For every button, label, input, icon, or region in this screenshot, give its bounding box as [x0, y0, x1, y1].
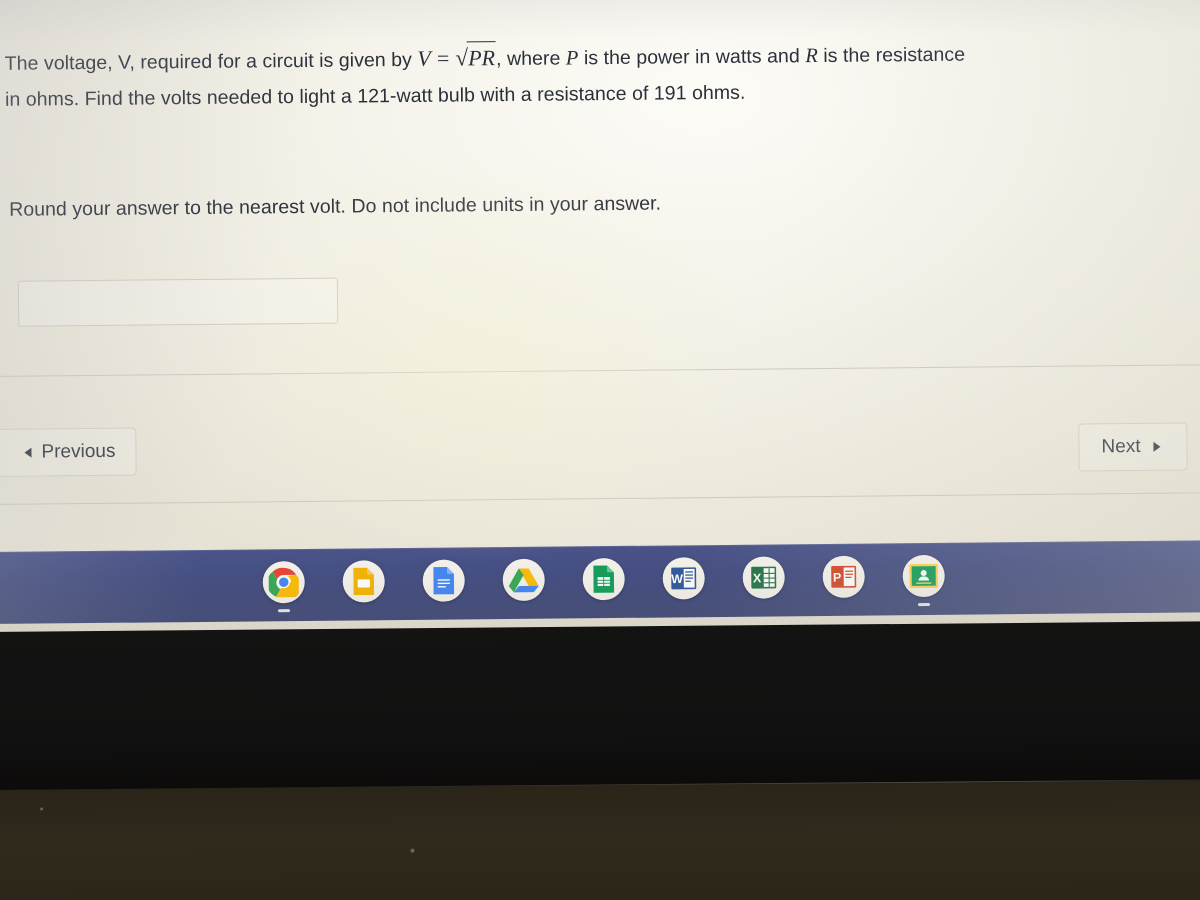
formula-variable-v: V	[417, 45, 432, 71]
shelf-icon-list: W X P	[262, 554, 945, 613]
chrome-icon	[268, 567, 299, 598]
classroom-running-indicator	[917, 602, 930, 607]
chevron-right-icon	[1153, 441, 1161, 452]
classroom-icon	[909, 563, 939, 589]
shelf-item-chrome[interactable]	[262, 560, 305, 613]
shelf-item-powerpoint[interactable]: P	[822, 555, 865, 599]
dust-speck	[410, 848, 415, 853]
slides-icon	[353, 567, 375, 596]
svg-text:W: W	[671, 572, 683, 586]
rounding-instruction: Round your answer to the nearest volt. D…	[9, 192, 662, 221]
answer-input[interactable]	[17, 277, 339, 327]
square-root-expression: √PR	[455, 41, 497, 75]
shelf-item-docs[interactable]	[422, 559, 465, 602]
svg-text:P: P	[833, 571, 841, 585]
question-line-2: in ohms. Find the volts needed to light …	[4, 81, 746, 111]
svg-text:X: X	[753, 571, 762, 585]
formula-variable-r: R	[805, 45, 818, 68]
next-button-label: Next	[1101, 435, 1141, 458]
formula-equals: =	[436, 45, 450, 71]
shelf-item-slides[interactable]	[342, 560, 385, 603]
question-text-a: The voltage, V, required for a circuit i…	[4, 48, 418, 75]
laptop-screen: The voltage, V, required for a circuit i…	[0, 0, 1200, 646]
shelf-item-classroom[interactable]	[902, 554, 945, 607]
docs-icon	[433, 566, 455, 595]
chrome-running-indicator	[277, 609, 291, 613]
shelf-item-sheets[interactable]	[582, 557, 625, 601]
question-line-1: The voltage, V, required for a circuit i…	[5, 34, 1200, 80]
next-button[interactable]: Next	[1078, 422, 1188, 472]
formula-variable-p: P	[565, 47, 579, 70]
divider-below-navigation	[0, 492, 1200, 505]
chromeos-shelf[interactable]: W X P	[0, 540, 1200, 625]
screenshot-root: The voltage, V, required for a circuit i…	[0, 0, 1200, 900]
word-icon: W	[671, 567, 697, 590]
excel-icon: X	[751, 566, 777, 589]
shelf-item-excel[interactable]: X	[742, 556, 785, 599]
question-text-b: , where	[496, 47, 566, 71]
shelf-item-word[interactable]: W	[662, 557, 705, 600]
powerpoint-icon: P	[831, 565, 857, 588]
previous-button-label: Previous	[41, 440, 116, 463]
sheets-icon	[593, 565, 615, 593]
radicand: PR	[466, 41, 497, 75]
question-text-c: is the power in watts and	[578, 45, 806, 70]
drive-icon	[508, 567, 539, 592]
previous-button[interactable]: Previous	[0, 427, 137, 478]
dust-speck	[40, 807, 44, 811]
question-text-d: is the resistance	[817, 43, 966, 68]
desk-surface	[0, 780, 1200, 900]
shelf-item-drive[interactable]	[502, 558, 545, 602]
divider-above-navigation	[0, 364, 1200, 378]
chevron-left-icon	[24, 447, 32, 458]
